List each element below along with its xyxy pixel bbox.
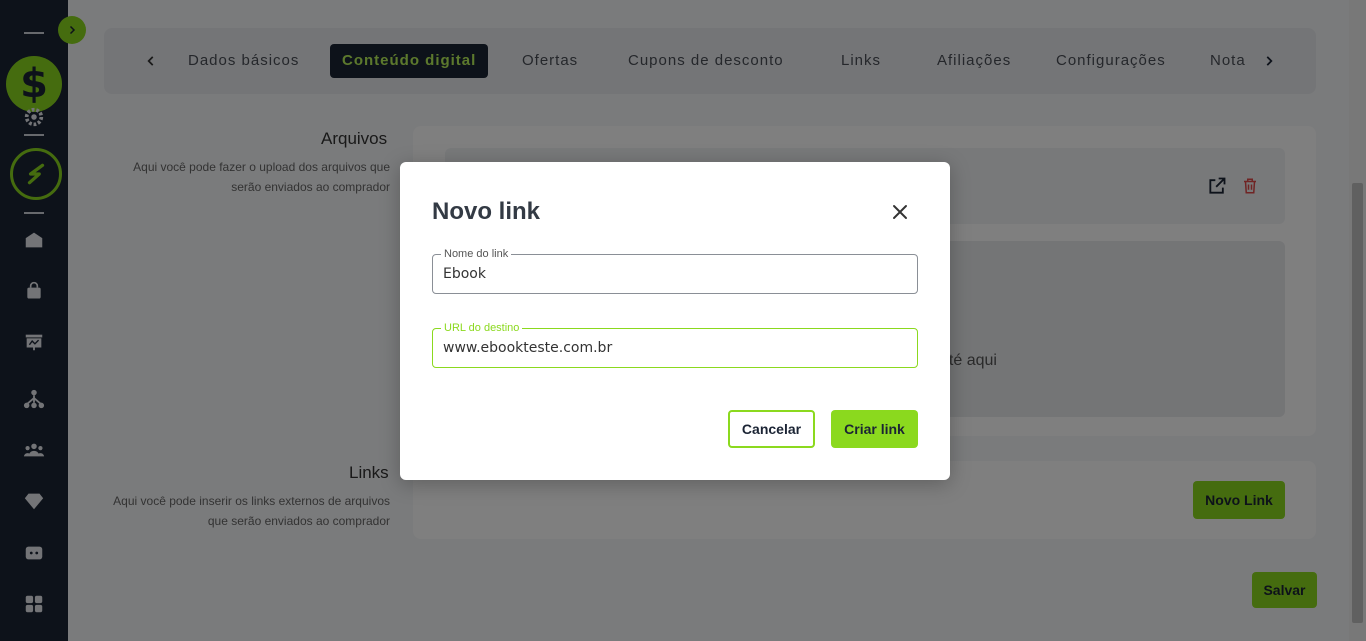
cancel-button[interactable]: Cancelar [728, 410, 815, 448]
new-link-modal: Novo link Nome do link URL do destino Ca… [400, 162, 950, 480]
link-name-field[interactable]: Nome do link [432, 247, 918, 294]
link-name-label: Nome do link [441, 247, 512, 261]
destination-url-label: URL do destino [441, 321, 523, 335]
modal-title: Novo link [432, 198, 541, 225]
destination-url-field[interactable]: URL do destino [432, 321, 918, 368]
destination-url-input[interactable] [443, 337, 903, 359]
close-icon[interactable] [888, 200, 912, 224]
link-name-input[interactable] [443, 263, 903, 285]
create-link-button[interactable]: Criar link [831, 410, 918, 448]
